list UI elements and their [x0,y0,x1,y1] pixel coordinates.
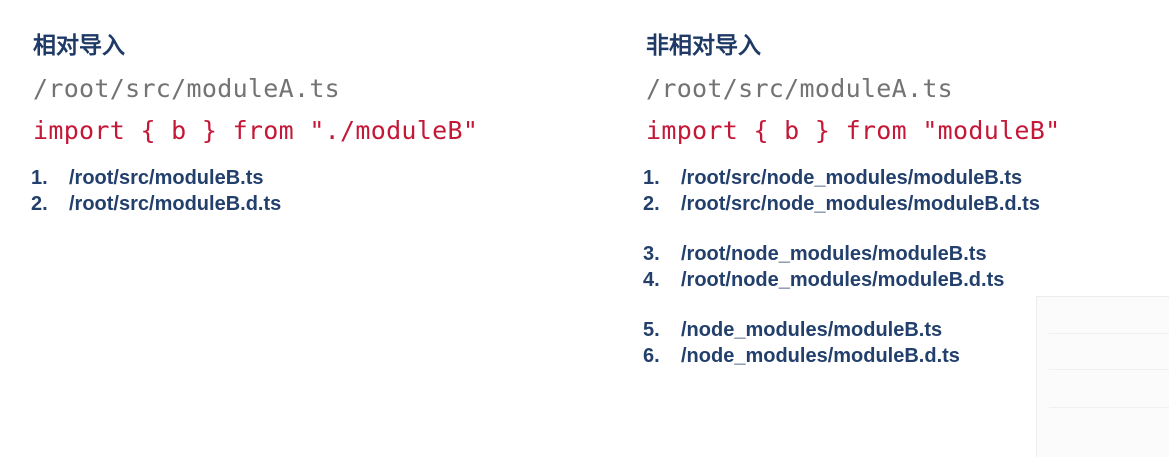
list-item-path: /root/src/node_modules/moduleB.ts [681,167,1023,189]
list-item-number: 4. [643,269,660,291]
list-item-number: 2. [643,193,660,215]
relative-resolution-list: 1. /root/src/moduleB.ts 2. /root/src/mod… [31,165,281,217]
list-item-path: /root/src/moduleB.d.ts [69,193,282,215]
relative-source-path: /root/src/moduleA.ts [33,74,341,103]
list-item-number: 6. [643,345,660,367]
tile-divider [1049,333,1169,334]
tile-divider [1049,369,1169,370]
list-item: 4. /root/node_modules/moduleB.d.ts [643,267,1040,293]
list-item-path: /root/node_modules/moduleB.ts [681,243,987,265]
list-item: 6. /node_modules/moduleB.d.ts [643,343,1040,369]
list-item-number: 2. [31,193,48,215]
list-item-number: 1. [31,167,48,189]
list-item-number: 5. [643,319,660,341]
list-item: 1. /root/src/moduleB.ts [31,165,281,191]
list-item-number: 3. [643,243,660,265]
list-item: 1. /root/src/node_modules/moduleB.ts [643,165,1040,191]
list-item-path: /node_modules/moduleB.ts [681,319,943,341]
list-item: 2. /root/src/moduleB.d.ts [31,191,281,217]
nonrelative-import-heading: 非相对导入 [646,33,761,59]
nonrelative-resolution-list: 1. /root/src/node_modules/moduleB.ts 2. … [643,165,1040,369]
list-item: 5. /node_modules/moduleB.ts [643,317,1040,343]
list-item: 3. /root/node_modules/moduleB.ts [643,241,1040,267]
list-item-path: /root/node_modules/moduleB.d.ts [681,269,1005,291]
list-item-path: /root/src/moduleB.ts [69,167,264,189]
relative-import-statement: import { b } from "./moduleB" [33,116,479,145]
tile-divider [1049,407,1169,408]
list-item-number: 1. [643,167,660,189]
relative-import-heading: 相对导入 [33,33,125,59]
list-item-path: /root/src/node_modules/moduleB.d.ts [681,193,1040,215]
nonrelative-import-statement: import { b } from "moduleB" [646,116,1061,145]
nonrelative-source-path: /root/src/moduleA.ts [646,74,954,103]
list-item: 2. /root/src/node_modules/moduleB.d.ts [643,191,1040,217]
list-item-path: /node_modules/moduleB.d.ts [681,345,960,367]
corner-placeholder-tile [1036,296,1169,457]
